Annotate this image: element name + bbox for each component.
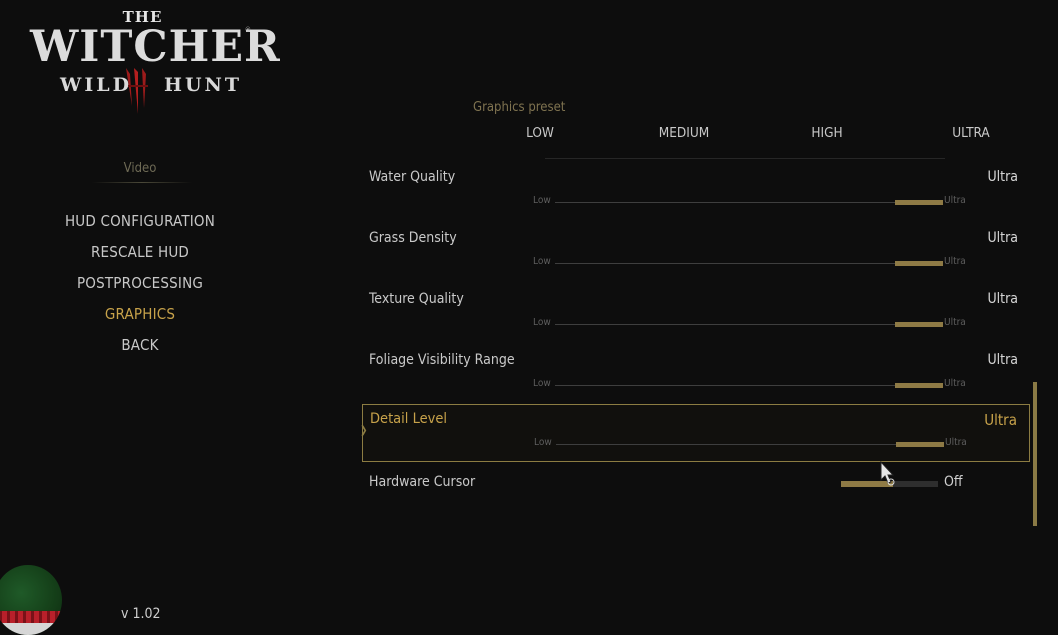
version-label: v 1.02 <box>121 606 161 622</box>
avatar-band <box>0 611 62 623</box>
preset-medium[interactable]: MEDIUM <box>644 125 724 141</box>
logo-witcher: WITCHER <box>30 22 281 72</box>
setting-value: Ultra <box>984 411 1017 429</box>
graphics-preset-title: Graphics preset <box>473 100 566 115</box>
slider-track[interactable] <box>555 324 943 325</box>
hardware-cursor-value: Off <box>944 474 963 490</box>
setting-value: Ultra <box>987 291 1018 307</box>
slider-min-label: Low <box>534 437 552 448</box>
menu-item-rescale-hud[interactable]: RESCALE HUD <box>40 243 240 261</box>
setting-value: Ultra <box>987 352 1018 368</box>
logo-registered: ® <box>244 26 251 34</box>
preset-high[interactable]: HIGH <box>787 125 867 141</box>
menu-item-back[interactable]: BACK <box>40 336 240 354</box>
slider-handle[interactable] <box>895 261 943 266</box>
slider-track[interactable] <box>555 202 943 203</box>
section-divider <box>92 182 192 183</box>
slider-handle[interactable] <box>896 442 944 447</box>
slider-max-label: Ultra <box>944 317 966 328</box>
setting-row-water-quality[interactable]: Water Quality Ultra Low Ultra <box>362 162 1030 220</box>
slider-track[interactable] <box>556 444 944 445</box>
setting-row-grass-density[interactable]: Grass Density Ultra Low Ultra <box>362 223 1030 281</box>
menu-item-postprocessing[interactable]: POSTPROCESSING <box>40 274 240 292</box>
setting-row-detail-level[interactable]: ❯ Detail Level Ultra Low Ultra <box>360 404 1030 462</box>
slider-max-label: Ultra <box>945 437 967 448</box>
slider-max-label: Ultra <box>944 195 966 206</box>
preset-ultra[interactable]: ULTRA <box>931 125 1011 141</box>
setting-value: Ultra <box>987 230 1018 246</box>
wolf-claw-emblem-icon <box>126 68 148 114</box>
setting-label: Foliage Visibility Range <box>369 352 515 368</box>
preset-divider <box>545 158 945 159</box>
menu-section-label: Video <box>123 161 157 176</box>
slider-handle[interactable] <box>895 383 943 388</box>
slider-handle[interactable] <box>895 200 943 205</box>
setting-label: Grass Density <box>369 230 457 246</box>
setting-label: Detail Level <box>370 411 447 427</box>
slider-min-label: Low <box>533 256 551 267</box>
setting-label: Texture Quality <box>369 291 464 307</box>
game-logo: THE WITCHER ® WILD HUNT <box>30 8 281 118</box>
setting-label: Water Quality <box>369 169 456 185</box>
selection-marker-icon: ❯ <box>360 425 368 436</box>
slider-min-label: Low <box>533 195 551 206</box>
slider-min-label: Low <box>533 378 551 389</box>
settings-scrollbar[interactable] <box>1033 382 1037 526</box>
preset-low[interactable]: LOW <box>500 125 580 141</box>
hardware-cursor-label: Hardware Cursor <box>369 474 476 490</box>
menu-item-hud-configuration[interactable]: HUD CONFIGURATION <box>40 212 240 230</box>
slider-track[interactable] <box>555 263 943 264</box>
slider-max-label: Ultra <box>944 256 966 267</box>
slider-handle[interactable] <box>895 322 943 327</box>
logo-hunt: HUNT <box>164 74 243 96</box>
setting-value: Ultra <box>987 169 1018 185</box>
logo-wild: WILD <box>60 74 133 96</box>
setting-row-texture-quality[interactable]: Texture Quality Ultra Low Ultra <box>362 284 1030 342</box>
mouse-cursor-icon <box>880 461 895 486</box>
setting-row-foliage-visibility-range[interactable]: Foliage Visibility Range Ultra Low Ultra <box>362 345 1030 403</box>
slider-max-label: Ultra <box>944 378 966 389</box>
slider-min-label: Low <box>533 317 551 328</box>
slider-track[interactable] <box>555 385 943 386</box>
menu-item-graphics[interactable]: GRAPHICS <box>40 305 240 323</box>
